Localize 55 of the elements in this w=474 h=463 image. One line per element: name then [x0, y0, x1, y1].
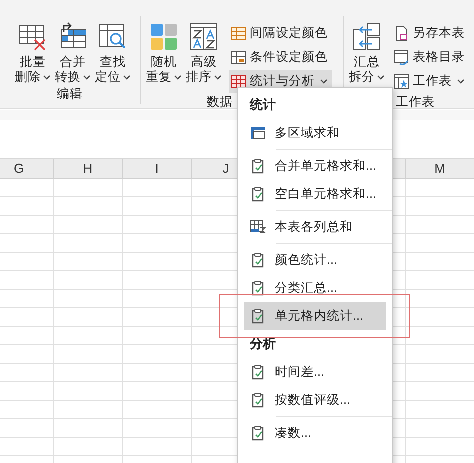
clipboard-check-icon — [250, 280, 266, 296]
ribbon-button[interactable]: 另存本表 — [392, 22, 469, 45]
clipboard-check-icon — [250, 186, 266, 202]
caret-icon — [83, 75, 91, 80]
sort-icon — [189, 22, 219, 52]
caret-icon — [377, 75, 385, 80]
clipboard-check-icon — [250, 425, 266, 441]
clipboard-check-icon — [250, 158, 266, 174]
menu-item[interactable]: 空白单元格求和... — [244, 180, 386, 208]
column-header[interactable]: H — [54, 159, 123, 178]
menu-item[interactable]: 按数值评级... — [244, 386, 386, 414]
caret-icon — [174, 75, 182, 80]
ribbon-button[interactable]: 查找定位 — [94, 18, 132, 85]
ribbon-button[interactable]: 汇总拆分 — [348, 18, 386, 85]
ribbon-button[interactable]: 随机重复 — [145, 18, 183, 85]
menu-item[interactable]: 分类汇总... — [244, 274, 386, 302]
column-header[interactable]: I — [123, 159, 192, 178]
clipboard-check-icon — [250, 364, 266, 380]
grid-icon — [231, 74, 247, 90]
ribbon-button[interactable]: 表格目录 — [392, 46, 469, 69]
ribbon-button[interactable]: 间隔设定颜色 — [229, 22, 332, 45]
table-sum-icon — [250, 219, 266, 235]
clipboard-check-icon — [250, 308, 266, 324]
ribbon-button[interactable]: 合并转换 — [54, 18, 92, 85]
caret-icon — [320, 79, 328, 84]
table-list-icon — [394, 50, 410, 66]
split-sheets-icon — [352, 22, 382, 52]
caret-icon — [214, 75, 222, 80]
menu-item[interactable]: 颜色统计... — [244, 246, 386, 274]
column-header[interactable]: G — [0, 159, 54, 178]
group-label: 编辑 — [57, 86, 83, 103]
menu-item[interactable]: 本表各列总和 — [244, 213, 386, 241]
group-label: 工作表 — [396, 94, 435, 108]
grid-icon — [231, 26, 247, 42]
caret-icon — [43, 75, 51, 80]
menu-section-title: 统计 — [248, 96, 277, 114]
ribbon-button[interactable]: 条件设定颜色 — [229, 46, 332, 69]
clipboard-check-icon — [250, 392, 266, 408]
ribbon-button[interactable]: 工作表 — [392, 70, 469, 93]
menu-item[interactable]: 凑数... — [244, 419, 386, 447]
ribbon-button[interactable]: 批量删除 — [14, 18, 52, 85]
menu-section-title: 分析 — [248, 335, 277, 353]
group-label: 数据 — [207, 94, 233, 108]
document-icon — [394, 26, 410, 42]
table-header-icon — [250, 125, 266, 141]
menu-item[interactable]: 单元格内统计... — [244, 302, 386, 330]
menu-item[interactable]: 多区域求和 — [244, 119, 386, 147]
menu-item[interactable]: 时间差... — [244, 358, 386, 386]
column-header[interactable]: M — [405, 159, 474, 178]
ribbon-button[interactable]: 高级排序 — [185, 18, 223, 85]
grid-icon — [231, 50, 247, 66]
caret-icon — [123, 75, 131, 80]
color-squares-icon — [149, 22, 179, 52]
clipboard-check-icon — [250, 252, 266, 268]
caret-icon — [457, 79, 465, 84]
